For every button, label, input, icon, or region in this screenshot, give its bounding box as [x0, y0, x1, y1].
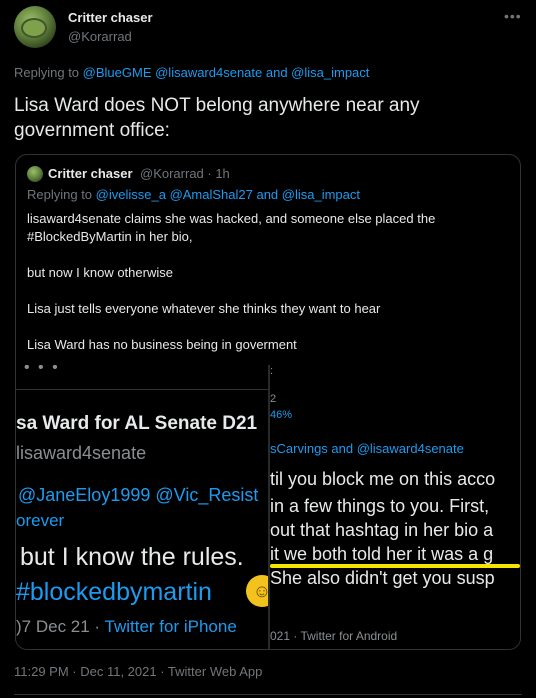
- more-options-icon[interactable]: •••: [504, 8, 522, 24]
- quote-avatar: [27, 166, 43, 182]
- image-mention-links: sCarvings and @lisaward4senate: [270, 441, 464, 456]
- image-footer-right: 021 · Twitter for Android: [270, 629, 398, 643]
- dots-icon: • • •: [24, 365, 60, 376]
- image-mentions: @JaneEloy1999 @Vic_Resist: [18, 485, 259, 505]
- author-handle[interactable]: @Korarrad: [68, 29, 132, 44]
- image-hashtag: #blockedbymartin: [16, 578, 212, 606]
- quote-paragraph: but now I know otherwise: [27, 265, 173, 280]
- divider: [14, 694, 522, 695]
- screenshot-image-left[interactable]: • • • sa Ward for AL Senate D21 lisaward…: [16, 365, 270, 649]
- laughing-emoji-icon: ☺: [246, 575, 268, 607]
- replying-to: Replying to @BlueGME @lisaward4senate an…: [14, 65, 369, 80]
- image-text-rules: but I know the rules.: [20, 543, 244, 571]
- image-text-line: out that hashtag in her bio a: [270, 520, 494, 540]
- screenshot-image-right[interactable]: : 2 46% sCarvings and @lisaward4senate t…: [270, 365, 520, 649]
- quote-media[interactable]: • • • sa Ward for AL Senate D21 lisaward…: [16, 365, 520, 649]
- quote-author-meta: @Korarrad · 1h: [140, 166, 230, 181]
- divider: [16, 389, 268, 390]
- image-small-text: :: [270, 365, 274, 377]
- image-text-line: She also didn't get you susp: [270, 568, 495, 588]
- quote-replying-users[interactable]: @ivelisse_a @AmalShal27 and @lisa_impact: [96, 187, 360, 202]
- image-mentions-tail: orever: [16, 511, 65, 530]
- tweet-text: Lisa Ward does NOT belong anywhere near …: [14, 95, 420, 141]
- image-profile-handle: lisaward4senate: [16, 443, 147, 463]
- quoted-tweet[interactable]: Critter chaser @Korarrad · 1h Replying t…: [15, 154, 521, 650]
- image-footer-date: )7 Dec 21 ·: [16, 617, 105, 636]
- quote-text: lisaward4senate claims she was hacked, a…: [27, 210, 507, 354]
- image-text-line: it we both told her it was a g: [270, 544, 494, 564]
- image-footer: )7 Dec 21 · Twitter for iPhone: [16, 617, 237, 637]
- image-text-line: til you block me on this acco: [270, 469, 496, 489]
- quote-replying-to: Replying to @ivelisse_a @AmalShal27 and …: [27, 187, 360, 202]
- image-small-text: 2: [270, 393, 277, 405]
- author-name[interactable]: Critter chaser: [68, 10, 153, 25]
- image-text-line: in a few things to you. First,: [270, 496, 490, 516]
- image-footer-source: Twitter for iPhone: [104, 617, 237, 636]
- image-profile-title: sa Ward for AL Senate D21: [16, 413, 258, 434]
- quote-author-name: Critter chaser: [48, 166, 133, 181]
- quote-paragraph: lisaward4senate claims she was hacked, a…: [27, 211, 436, 244]
- image-percent: 46%: [270, 409, 293, 421]
- quote-replying-prefix: Replying to: [27, 187, 93, 202]
- quote-paragraph: Lisa just tells everyone whatever she th…: [27, 301, 381, 316]
- tweet-timestamp[interactable]: 11:29 PM · Dec 11, 2021 · Twitter Web Ap…: [14, 664, 262, 679]
- replying-prefix: Replying to: [14, 65, 80, 80]
- avatar[interactable]: [14, 6, 56, 48]
- quote-paragraph: Lisa Ward has no business being in gover…: [27, 337, 297, 352]
- replying-users-link[interactable]: @BlueGME @lisaward4senate and @lisa_impa…: [83, 65, 370, 80]
